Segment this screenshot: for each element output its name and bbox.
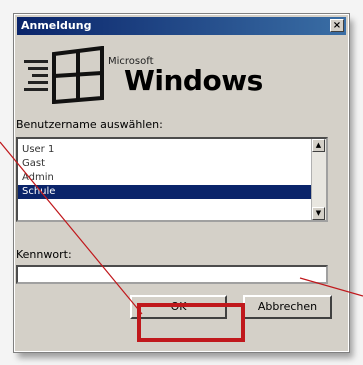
list-item[interactable]: Admin xyxy=(18,171,312,185)
logo-product-text: Windows xyxy=(124,64,263,97)
list-item[interactable]: User 1 xyxy=(18,143,312,157)
close-button[interactable]: × xyxy=(330,19,344,32)
ok-button[interactable]: OK xyxy=(130,295,227,319)
user-list-label: Benutzername auswählen: xyxy=(16,118,163,131)
cancel-button[interactable]: Abbrechen xyxy=(243,295,332,319)
list-scrollbar[interactable]: ▲ ▼ xyxy=(311,139,326,220)
title-bar[interactable]: Anmeldung × xyxy=(17,17,346,35)
scroll-up-icon[interactable]: ▲ xyxy=(312,139,325,152)
list-item-selected[interactable]: Schule xyxy=(18,185,312,199)
password-field[interactable] xyxy=(16,265,328,284)
list-item[interactable]: Gast xyxy=(18,157,312,171)
dialog-title: Anmeldung xyxy=(21,19,92,32)
user-listbox[interactable]: User 1 Gast Admin Schule ▲ ▼ xyxy=(16,137,328,222)
password-label: Kennwort: xyxy=(16,248,72,261)
scroll-down-icon[interactable]: ▼ xyxy=(312,207,325,220)
windows-logo-icon xyxy=(24,46,104,104)
